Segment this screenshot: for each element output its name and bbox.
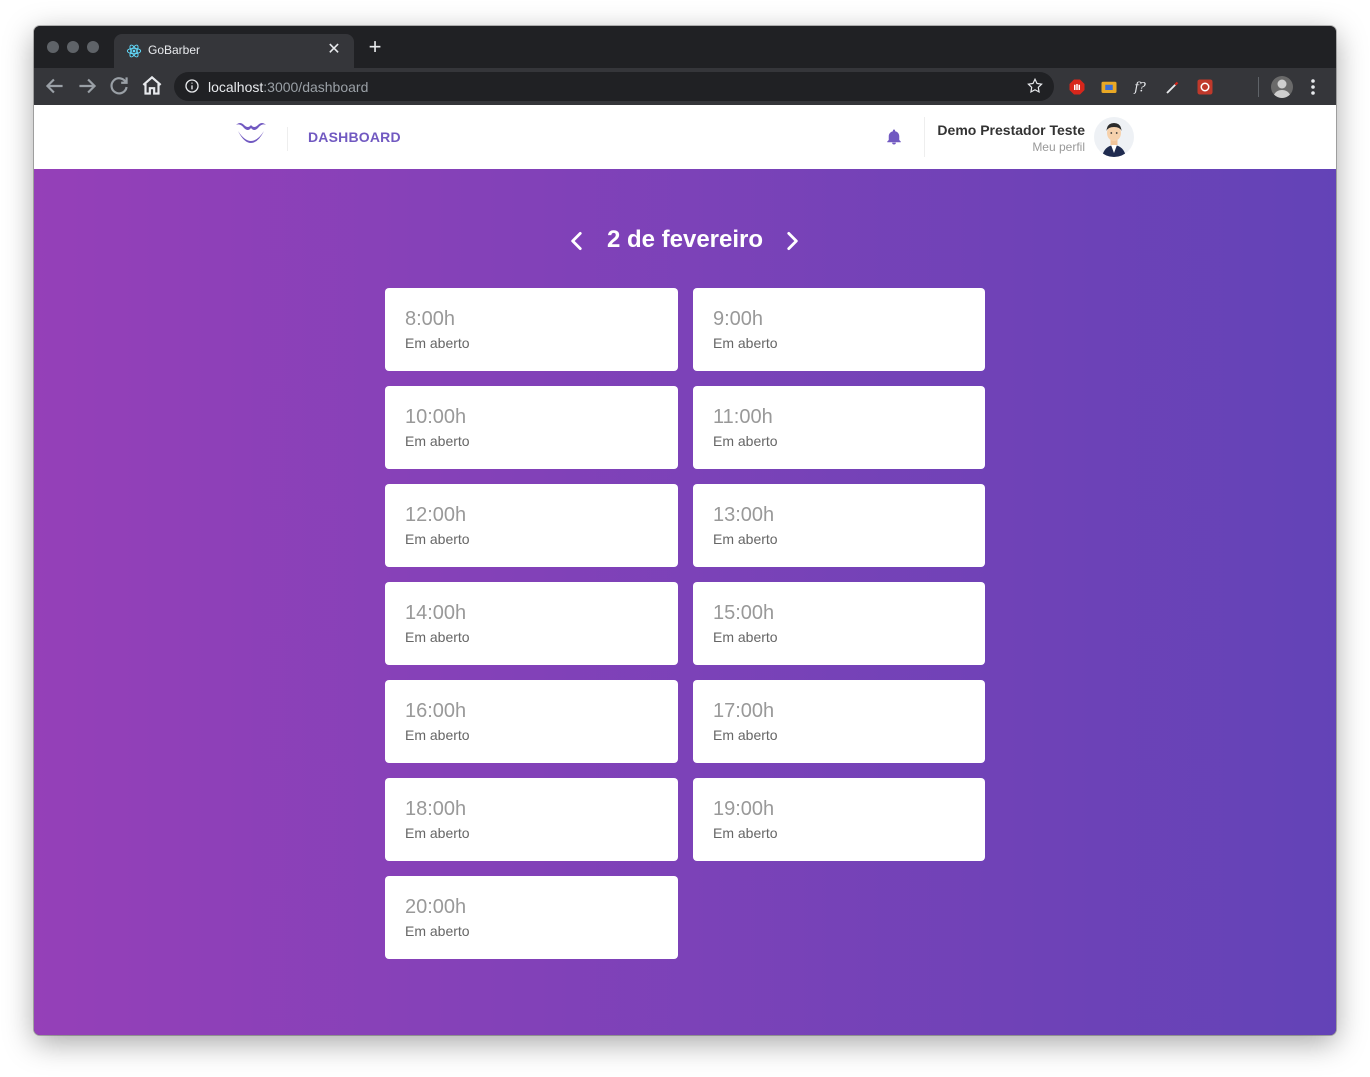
address-bar[interactable]: localhost:3000/dashboard	[174, 72, 1054, 101]
tab-title: GoBarber	[148, 43, 201, 57]
slot-time: 13:00h	[713, 504, 775, 526]
schedule-grid: 8:00h Em aberto 9:00h Em aberto 10:00h E…	[385, 288, 985, 959]
slot-time: 19:00h	[713, 798, 775, 820]
time-slot[interactable]: 19:00h Em aberto	[693, 778, 985, 861]
browser-tab[interactable]: GoBarber ✕	[114, 34, 354, 68]
current-date: 2 de fevereiro	[606, 226, 764, 253]
date-navigator: 2 de fevereiro	[34, 223, 1336, 257]
page-content: DASHBOARD Demo Prestador Teste Meu perfi…	[34, 105, 1336, 1035]
reload-icon[interactable]	[106, 73, 132, 99]
person-icon	[1273, 79, 1291, 98]
slot-time: 9:00h	[713, 308, 764, 330]
toolbar-divider	[1258, 77, 1259, 97]
time-slot[interactable]: 9:00h Em aberto	[693, 288, 985, 371]
chevron-right-icon[interactable]	[779, 228, 805, 254]
slot-status: Em aberto	[713, 335, 778, 351]
forward-arrow-icon[interactable]	[74, 73, 100, 99]
svg-text:f?: f?	[1133, 81, 1146, 96]
header-divider	[924, 117, 925, 157]
slot-time: 14:00h	[405, 602, 467, 624]
slot-status: Em aberto	[713, 531, 778, 547]
slot-status: Em aberto	[405, 825, 470, 841]
slot-status: Em aberto	[405, 531, 470, 547]
slot-status: Em aberto	[713, 433, 778, 449]
slot-status: Em aberto	[713, 727, 778, 743]
font-extension-icon[interactable]: f?	[1132, 78, 1150, 96]
slot-time: 12:00h	[405, 504, 467, 526]
time-slot[interactable]: 17:00h Em aberto	[693, 680, 985, 763]
new-tab-button[interactable]: +	[364, 36, 386, 58]
back-arrow-icon[interactable]	[42, 73, 68, 99]
avatar[interactable]	[1094, 117, 1134, 157]
time-slot[interactable]: 15:00h Em aberto	[693, 582, 985, 665]
slot-status: Em aberto	[713, 629, 778, 645]
slot-time: 16:00h	[405, 700, 467, 722]
time-slot[interactable]: 14:00h Em aberto	[385, 582, 678, 665]
tab-strip: GoBarber ✕ +	[34, 26, 1336, 68]
time-slot[interactable]: 11:00h Em aberto	[693, 386, 985, 469]
slot-status: Em aberto	[405, 923, 470, 939]
slot-time: 20:00h	[405, 896, 467, 918]
slot-time: 8:00h	[405, 308, 456, 330]
user-name: Demo Prestador Teste	[937, 122, 1085, 138]
browser-toolbar: localhost:3000/dashboard f?	[34, 68, 1336, 105]
time-slot[interactable]: 20:00h Em aberto	[385, 876, 678, 959]
url-text[interactable]: localhost:3000/dashboard	[208, 79, 368, 95]
time-slot[interactable]: 12:00h Em aberto	[385, 484, 678, 567]
gobarber-logo-icon[interactable]	[234, 121, 268, 151]
browser-window: GoBarber ✕ + localhost:3000/dashboard f?…	[34, 26, 1336, 1035]
slot-status: Em aberto	[713, 825, 778, 841]
user-avatar-icon	[1102, 123, 1126, 157]
tab-close-icon[interactable]: ✕	[324, 40, 344, 60]
time-slot[interactable]: 8:00h Em aberto	[385, 288, 678, 371]
notifications-bell-icon[interactable]	[885, 127, 903, 147]
adblock-extension-icon[interactable]	[1068, 78, 1086, 96]
slot-status: Em aberto	[405, 433, 470, 449]
zoom-window-button[interactable]	[87, 41, 99, 53]
folder-extension-icon[interactable]	[1100, 78, 1118, 96]
slot-status: Em aberto	[405, 335, 470, 351]
slot-time: 15:00h	[713, 602, 775, 624]
minimize-window-button[interactable]	[67, 41, 79, 53]
info-icon[interactable]	[184, 78, 200, 94]
react-icon	[126, 44, 142, 58]
browser-menu-icon[interactable]	[1306, 76, 1320, 98]
slot-time: 17:00h	[713, 700, 775, 722]
slot-status: Em aberto	[405, 727, 470, 743]
home-icon[interactable]	[139, 73, 165, 99]
slot-time: 18:00h	[405, 798, 467, 820]
time-slot[interactable]: 13:00h Em aberto	[693, 484, 985, 567]
browser-profile-avatar[interactable]	[1271, 76, 1293, 98]
logo-divider	[287, 127, 288, 151]
close-window-button[interactable]	[47, 41, 59, 53]
nav-dashboard-link[interactable]: DASHBOARD	[308, 129, 401, 145]
eyedropper-extension-icon[interactable]	[1164, 78, 1182, 96]
slot-status: Em aberto	[405, 629, 470, 645]
time-slot[interactable]: 16:00h Em aberto	[385, 680, 678, 763]
slot-time: 11:00h	[713, 406, 773, 428]
profile-link[interactable]: Meu perfil	[1032, 140, 1085, 154]
app-header: DASHBOARD Demo Prestador Teste Meu perfi…	[34, 105, 1336, 169]
react-devtools-extension-icon[interactable]	[1196, 78, 1214, 96]
time-slot[interactable]: 18:00h Em aberto	[385, 778, 678, 861]
time-slot[interactable]: 10:00h Em aberto	[385, 386, 678, 469]
bookmark-star-icon[interactable]	[1026, 77, 1044, 95]
slot-time: 10:00h	[405, 406, 467, 428]
